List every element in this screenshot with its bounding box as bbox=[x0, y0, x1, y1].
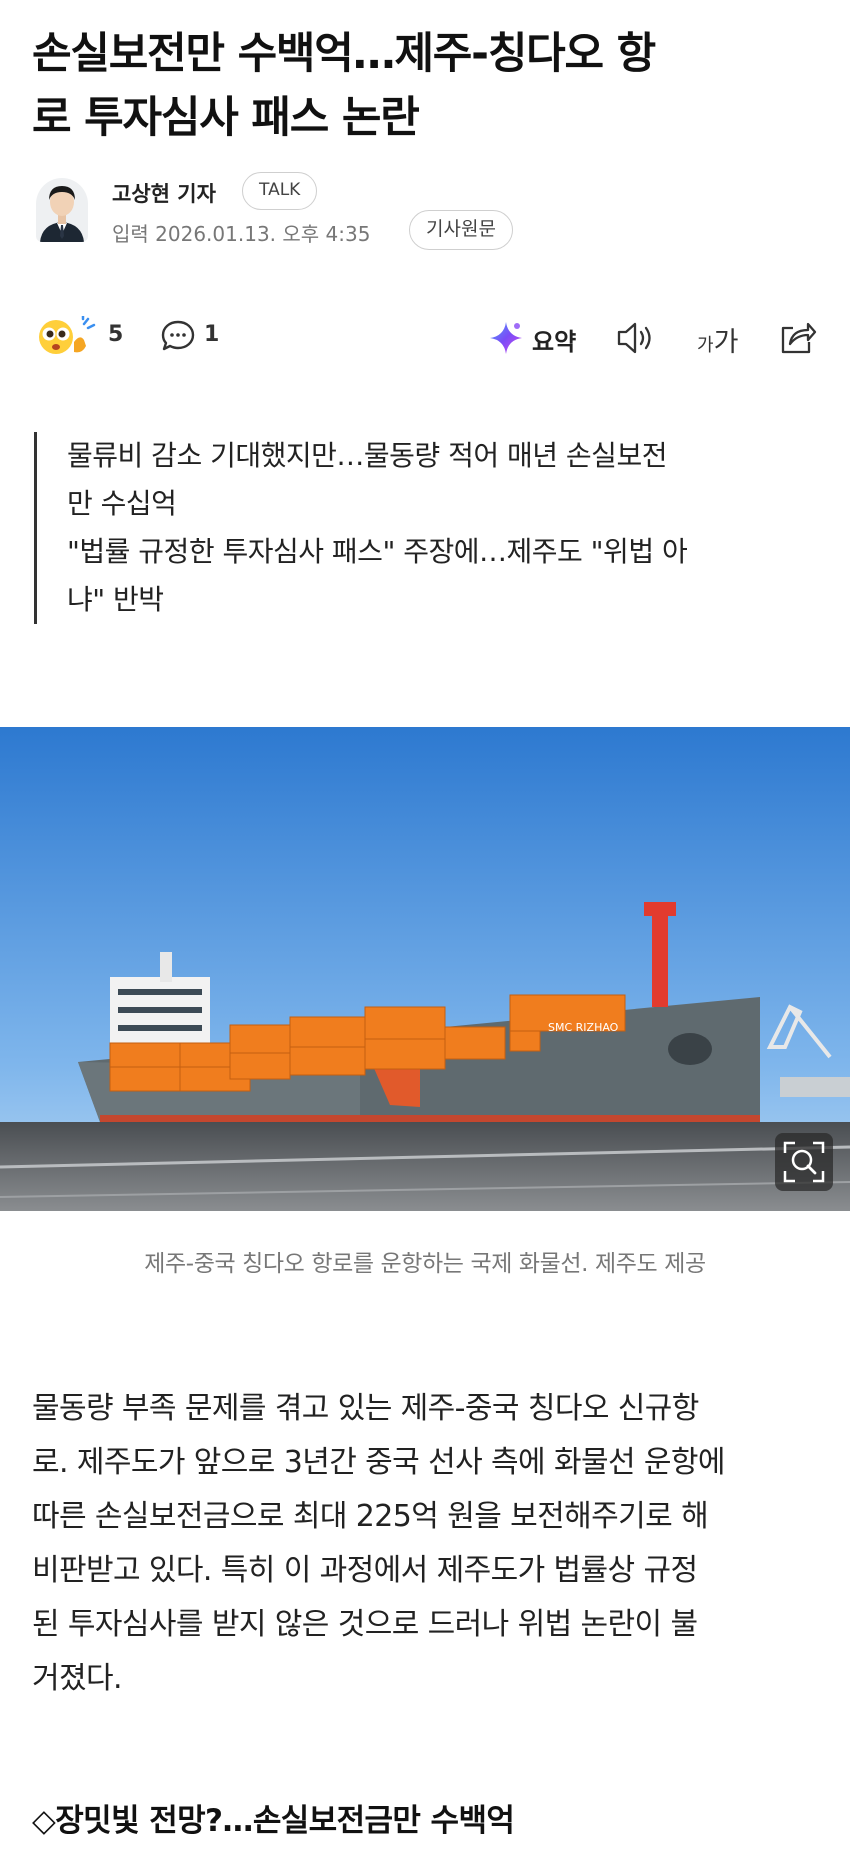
summary-line: 만 수십억 bbox=[67, 487, 177, 520]
original-article-button[interactable]: 기사원문 bbox=[409, 210, 513, 250]
author-name[interactable]: 고상현 기자 bbox=[112, 178, 216, 208]
speaker-icon[interactable] bbox=[614, 318, 656, 358]
summary-sparkle-icon[interactable] bbox=[486, 318, 526, 358]
font-small-label: 가 bbox=[697, 335, 714, 356]
action-bar: 5 1 요약 가가 bbox=[0, 312, 850, 366]
section-subheading: ◇장밋빛 전망?…손실보전금만 수백억 bbox=[32, 1803, 515, 1839]
summary-line: 냐" 반박 bbox=[67, 583, 164, 616]
body-line: 물동량 부족 문제를 겪고 있는 제주-중국 칭다오 신규항 bbox=[32, 1391, 699, 1426]
font-big-label: 가 bbox=[713, 327, 739, 358]
author-avatar[interactable] bbox=[36, 178, 88, 242]
body-line: 로. 제주도가 앞으로 3년간 중국 선사 측에 화물선 운항에 bbox=[32, 1445, 726, 1480]
body-line: 비판받고 있다. 특히 이 과정에서 제주도가 법률상 규정 bbox=[32, 1553, 698, 1588]
body-line: 따른 손실보전금으로 최대 225억 원을 보전해주기로 해 bbox=[32, 1499, 709, 1534]
headline-line-1: 손실보전만 수백억…제주-칭다오 항 bbox=[32, 29, 656, 79]
talk-button[interactable]: TALK bbox=[242, 172, 318, 210]
comment-icon[interactable] bbox=[160, 318, 196, 354]
ship-name-text: SMC RIZHAO bbox=[548, 1021, 619, 1034]
photo-zoom-button[interactable] bbox=[775, 1133, 833, 1191]
article-summary: 물류비 감소 기대했지만…물동량 적어 매년 손실보전 만 수십억 "법률 규정… bbox=[34, 432, 814, 624]
summary-line: "법률 규정한 투자심사 패스" 주장에…제주도 "위법 아 bbox=[67, 535, 688, 568]
comment-count: 1 bbox=[204, 322, 220, 347]
body-line: 거졌다. bbox=[32, 1661, 123, 1696]
summary-button[interactable]: 요약 bbox=[532, 322, 576, 357]
article-body: 물동량 부족 문제를 겪고 있는 제주-중국 칭다오 신규항 로. 제주도가 앞… bbox=[32, 1382, 832, 1706]
font-size-icon[interactable]: 가가 bbox=[697, 320, 739, 358]
photo-caption: 제주-중국 칭다오 항로를 운항하는 국제 화물선. 제주도 제공 bbox=[144, 1251, 706, 1277]
share-icon[interactable] bbox=[776, 318, 818, 358]
publish-date: 입력 2026.01.13. 오후 4:35 bbox=[112, 222, 371, 246]
summary-line: 물류비 감소 기대했지만…물동량 적어 매년 손실보전 bbox=[67, 439, 667, 472]
reaction-emoji-icon[interactable] bbox=[36, 314, 98, 358]
body-line: 된 투자심사를 받지 않은 것으로 드러나 위법 논란이 불 bbox=[32, 1607, 698, 1642]
article-photo[interactable]: SMC RIZHAO bbox=[0, 727, 850, 1211]
article-headline: 손실보전만 수백억…제주-칭다오 항 로 투자심사 패스 논란 bbox=[32, 22, 832, 150]
headline-line-2: 로 투자심사 패스 논란 bbox=[32, 93, 420, 143]
reaction-count: 5 bbox=[108, 322, 124, 347]
